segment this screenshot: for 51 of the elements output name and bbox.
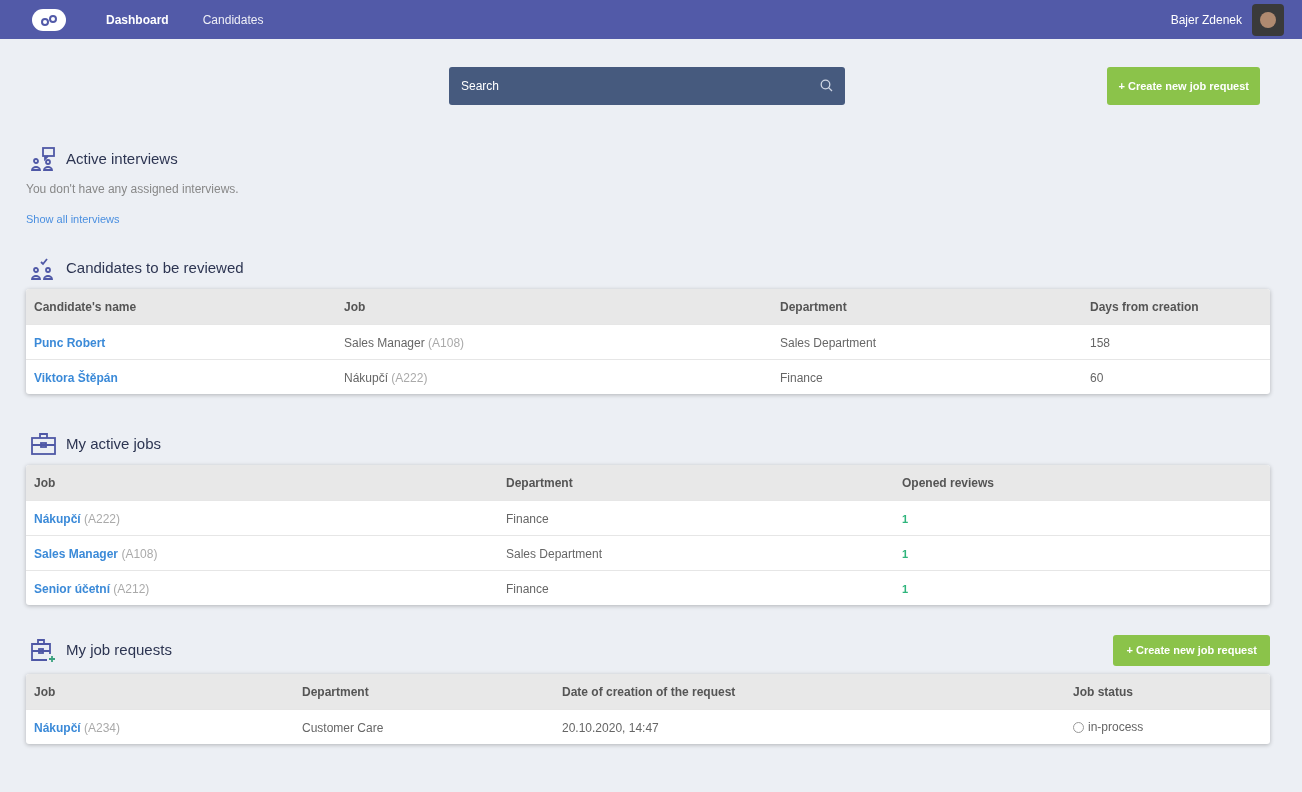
column-header: Date of creation of the request (562, 683, 737, 701)
table-cell: Finance (780, 371, 823, 385)
table-cell: 20.10.2020, 14:47 (562, 721, 659, 735)
table-cell: 60 (1090, 371, 1104, 385)
nav-tab[interactable]: Dashboard (106, 10, 169, 29)
avatar[interactable] (1252, 3, 1284, 36)
table-cell: Nákupčí (A222) (344, 371, 428, 385)
count-cell: 1 (902, 548, 909, 560)
column-header: Job (34, 683, 57, 701)
table-cell: Sales Department (780, 336, 877, 350)
column-header: Department (506, 474, 574, 492)
link-cell[interactable]: Sales Manager (A108) (34, 547, 158, 561)
table-cell: Finance (506, 512, 549, 526)
briefcase-plus-icon (31, 638, 56, 663)
people-check-icon (31, 256, 56, 281)
link-cell[interactable]: Nákupčí (A234) (34, 721, 121, 735)
column-header: Candidate's name (34, 298, 138, 316)
column-header: Department (302, 683, 370, 701)
section-title: My active jobs (66, 434, 162, 455)
empty-message: You don't have any assigned interviews. (26, 181, 240, 198)
show-all-interviews-link[interactable]: Show all interviews (26, 211, 120, 228)
count-cell: 1 (902, 513, 909, 525)
section-title: Candidates to be reviewed (66, 258, 244, 279)
user-name[interactable]: Bajer Zdenek (1170, 10, 1242, 29)
table-cell: Sales Department (506, 547, 603, 561)
create-job-request-button[interactable]: + Create new job request (1113, 635, 1270, 666)
logo-icon[interactable] (32, 8, 66, 31)
link-cell[interactable]: Punc Robert (34, 336, 106, 350)
column-header: Opened reviews (902, 474, 996, 492)
column-header: Days from creation (1090, 298, 1200, 316)
search-icon[interactable] (820, 79, 833, 92)
table-cell: 158 (1090, 336, 1111, 350)
link-cell[interactable]: Nákupčí (A222) (34, 512, 121, 526)
column-header: Job status (1073, 683, 1134, 701)
column-header: Job (34, 474, 57, 492)
create-job-request-button[interactable]: + Create new job request (1107, 67, 1260, 105)
section-title: My job requests (66, 640, 172, 661)
table-cell: Customer Care (302, 721, 384, 735)
table-cell: Finance (506, 582, 549, 596)
status-text: in-process (1088, 719, 1144, 736)
table-cell: Sales Manager (A108) (344, 336, 465, 350)
briefcase-icon (31, 432, 56, 457)
column-header: Department (780, 298, 848, 316)
people-chat-icon (31, 147, 56, 172)
nav-tab[interactable]: Candidates (202, 10, 264, 29)
search-field[interactable]: Search (449, 67, 845, 105)
column-header: Job (344, 298, 367, 316)
count-cell: 1 (902, 583, 909, 595)
link-cell[interactable]: Viktora Štěpán (34, 371, 118, 385)
section-title: Active interviews (66, 149, 178, 170)
link-cell[interactable]: Senior účetní (A212) (34, 582, 150, 596)
